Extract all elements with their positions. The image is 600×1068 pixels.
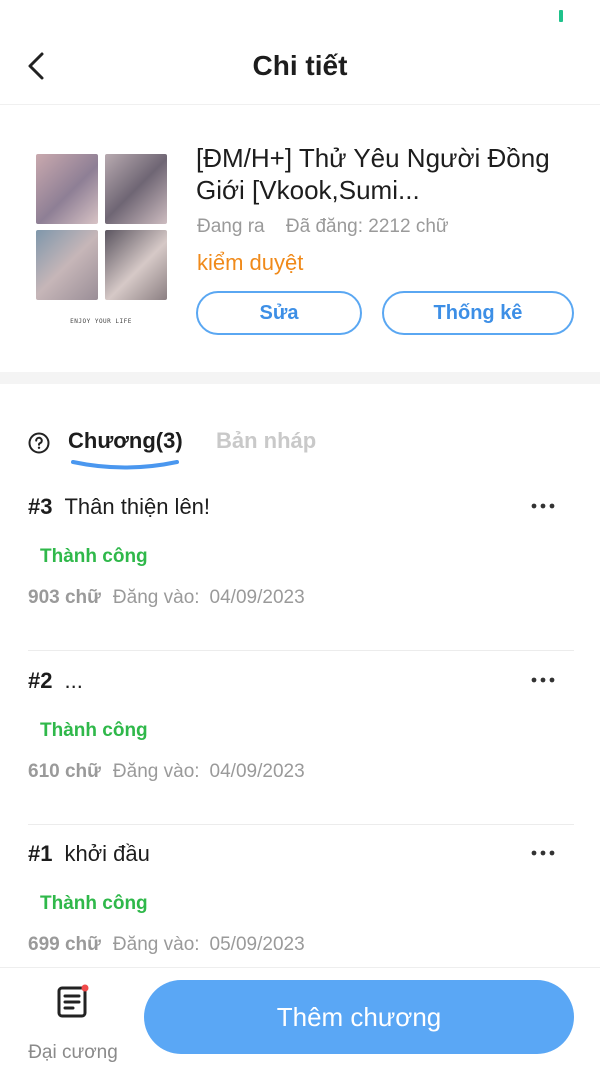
chapter-meta: 699 chữ Đăng vào: 05/09/2023 bbox=[28, 934, 305, 956]
question-circle-icon[interactable] bbox=[28, 432, 50, 454]
word-count: Đã đăng: 2212 chữ bbox=[285, 216, 449, 237]
chapter-status: Thành công bbox=[40, 720, 148, 741]
tab-active-indicator bbox=[71, 460, 179, 470]
posted-label: Đăng vào: bbox=[112, 934, 200, 955]
moderation-status: kiểm duyệt bbox=[197, 250, 304, 275]
cover-caption: ENJOY YOUR LIFE bbox=[70, 318, 132, 325]
header: Chi tiết bbox=[0, 28, 600, 105]
publish-status: Đang ra bbox=[197, 216, 265, 237]
book-meta: Đang ra Đã đăng: 2212 chữ bbox=[197, 216, 465, 238]
chapter-date: 04/09/2023 bbox=[209, 761, 305, 782]
page-title: Chi tiết bbox=[252, 50, 348, 81]
chapter-words: 699 chữ bbox=[28, 934, 101, 955]
chapter-words: 610 chữ bbox=[28, 761, 101, 782]
chapter-date: 05/09/2023 bbox=[209, 934, 305, 955]
tab-drafts[interactable]: Bản nháp bbox=[216, 428, 316, 454]
posted-label: Đăng vào: bbox=[112, 587, 200, 608]
cover-photo bbox=[105, 230, 167, 300]
chapter-number: #3 bbox=[28, 494, 53, 519]
book-card: ENJOY YOUR LIFE [ĐM/H+] Thử Yêu Người Đồ… bbox=[0, 104, 600, 370]
posted-label: Đăng vào: bbox=[112, 761, 200, 782]
cover-photo bbox=[36, 230, 98, 300]
chapter-number: #1 bbox=[28, 841, 53, 866]
cover-photo bbox=[36, 154, 98, 224]
more-icon[interactable] bbox=[530, 845, 556, 861]
chapter-title: #2... bbox=[28, 668, 83, 694]
chapter-meta: 903 chữ Đăng vào: 04/09/2023 bbox=[28, 587, 305, 609]
chapter-name: khởi đầu bbox=[64, 841, 150, 866]
more-icon[interactable] bbox=[530, 498, 556, 514]
chapter-name: ... bbox=[64, 668, 83, 693]
chapter-name: Thân thiện lên! bbox=[64, 494, 211, 519]
book-cover[interactable]: ENJOY YOUR LIFE bbox=[28, 146, 174, 346]
chapter-status: Thành công bbox=[40, 893, 148, 914]
edit-button[interactable]: Sửa bbox=[196, 291, 362, 335]
outline-button[interactable]: Đại cương bbox=[24, 982, 122, 1063]
chapter-number: #2 bbox=[28, 668, 53, 693]
chapter-tabs: Chương(3) Bản nháp bbox=[0, 408, 600, 478]
chapter-words: 903 chữ bbox=[28, 587, 101, 608]
section-divider bbox=[0, 372, 600, 384]
tab-chapters[interactable]: Chương(3) bbox=[68, 428, 183, 454]
stats-button[interactable]: Thống kê bbox=[382, 291, 574, 335]
add-chapter-button[interactable]: Thêm chương bbox=[144, 980, 574, 1054]
document-icon bbox=[57, 984, 89, 1018]
book-title: [ĐM/H+] Thử Yêu Người Đồng Giới [Vkook,S… bbox=[196, 143, 550, 205]
chapter-meta: 610 chữ Đăng vào: 04/09/2023 bbox=[28, 761, 305, 783]
chapter-item[interactable]: #3 Thân thiện lên! Thành công 903 chữ Đăng… bbox=[28, 476, 574, 651]
bottom-bar: Đại cương Thêm chương bbox=[0, 967, 600, 1068]
cover-photo bbox=[105, 154, 167, 224]
outline-label: Đại cương bbox=[28, 1042, 118, 1063]
chapter-title: #1 khởi đầu bbox=[28, 841, 150, 867]
chapter-status: Thành công bbox=[40, 546, 148, 567]
chapter-date: 04/09/2023 bbox=[209, 587, 305, 608]
chapter-title: #3 Thân thiện lên! bbox=[28, 494, 210, 520]
more-icon[interactable] bbox=[530, 672, 556, 688]
chapter-item[interactable]: #2... Thành công 610 chữ Đăng vào: 04/09/2… bbox=[28, 650, 574, 825]
status-indicator bbox=[559, 10, 563, 22]
